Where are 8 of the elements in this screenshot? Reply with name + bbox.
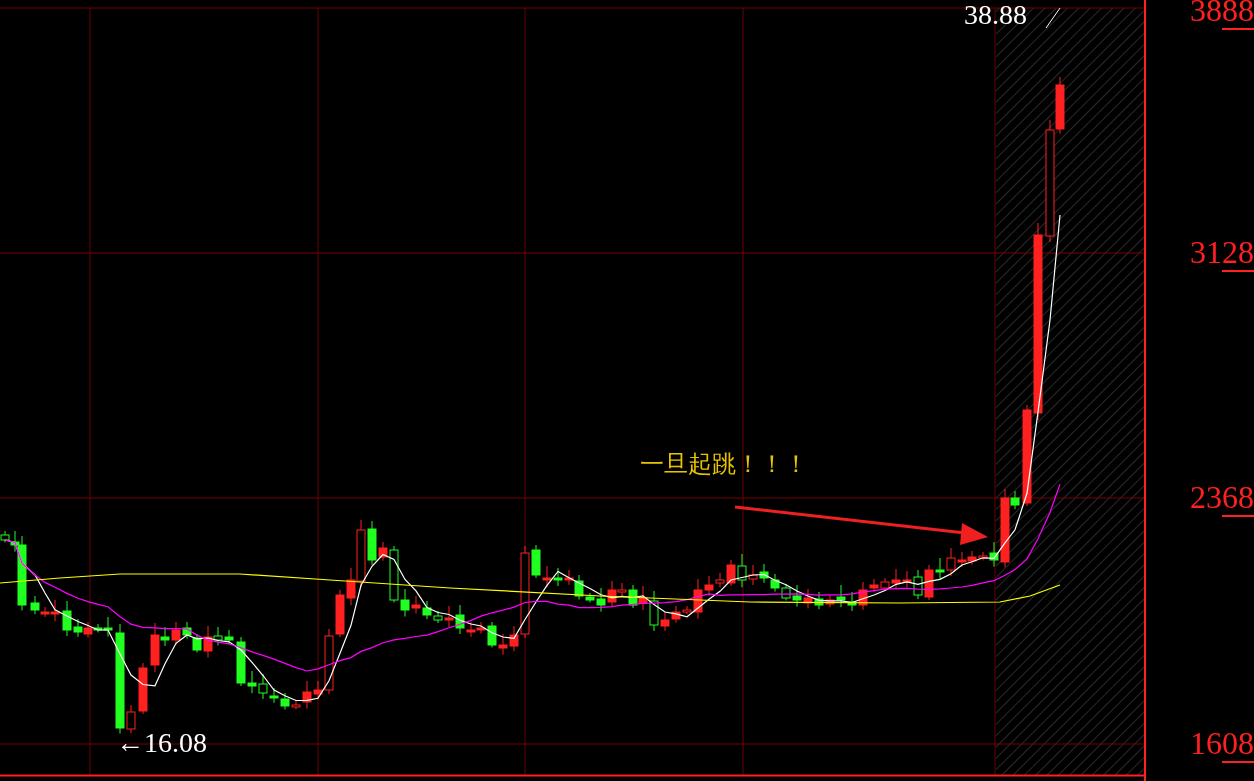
axis-label: 3888 [1190, 0, 1254, 30]
price-label: 38.88 [964, 0, 1027, 32]
leader-line [1045, 7, 1061, 29]
axis-label: 2368 [1190, 479, 1254, 517]
price-label: ←16.08 [116, 726, 207, 760]
axis-label: 3128 [1190, 234, 1254, 272]
annotation-text: 一旦起跳！！！ [640, 449, 808, 480]
axis-label: 1608 [1190, 725, 1254, 763]
